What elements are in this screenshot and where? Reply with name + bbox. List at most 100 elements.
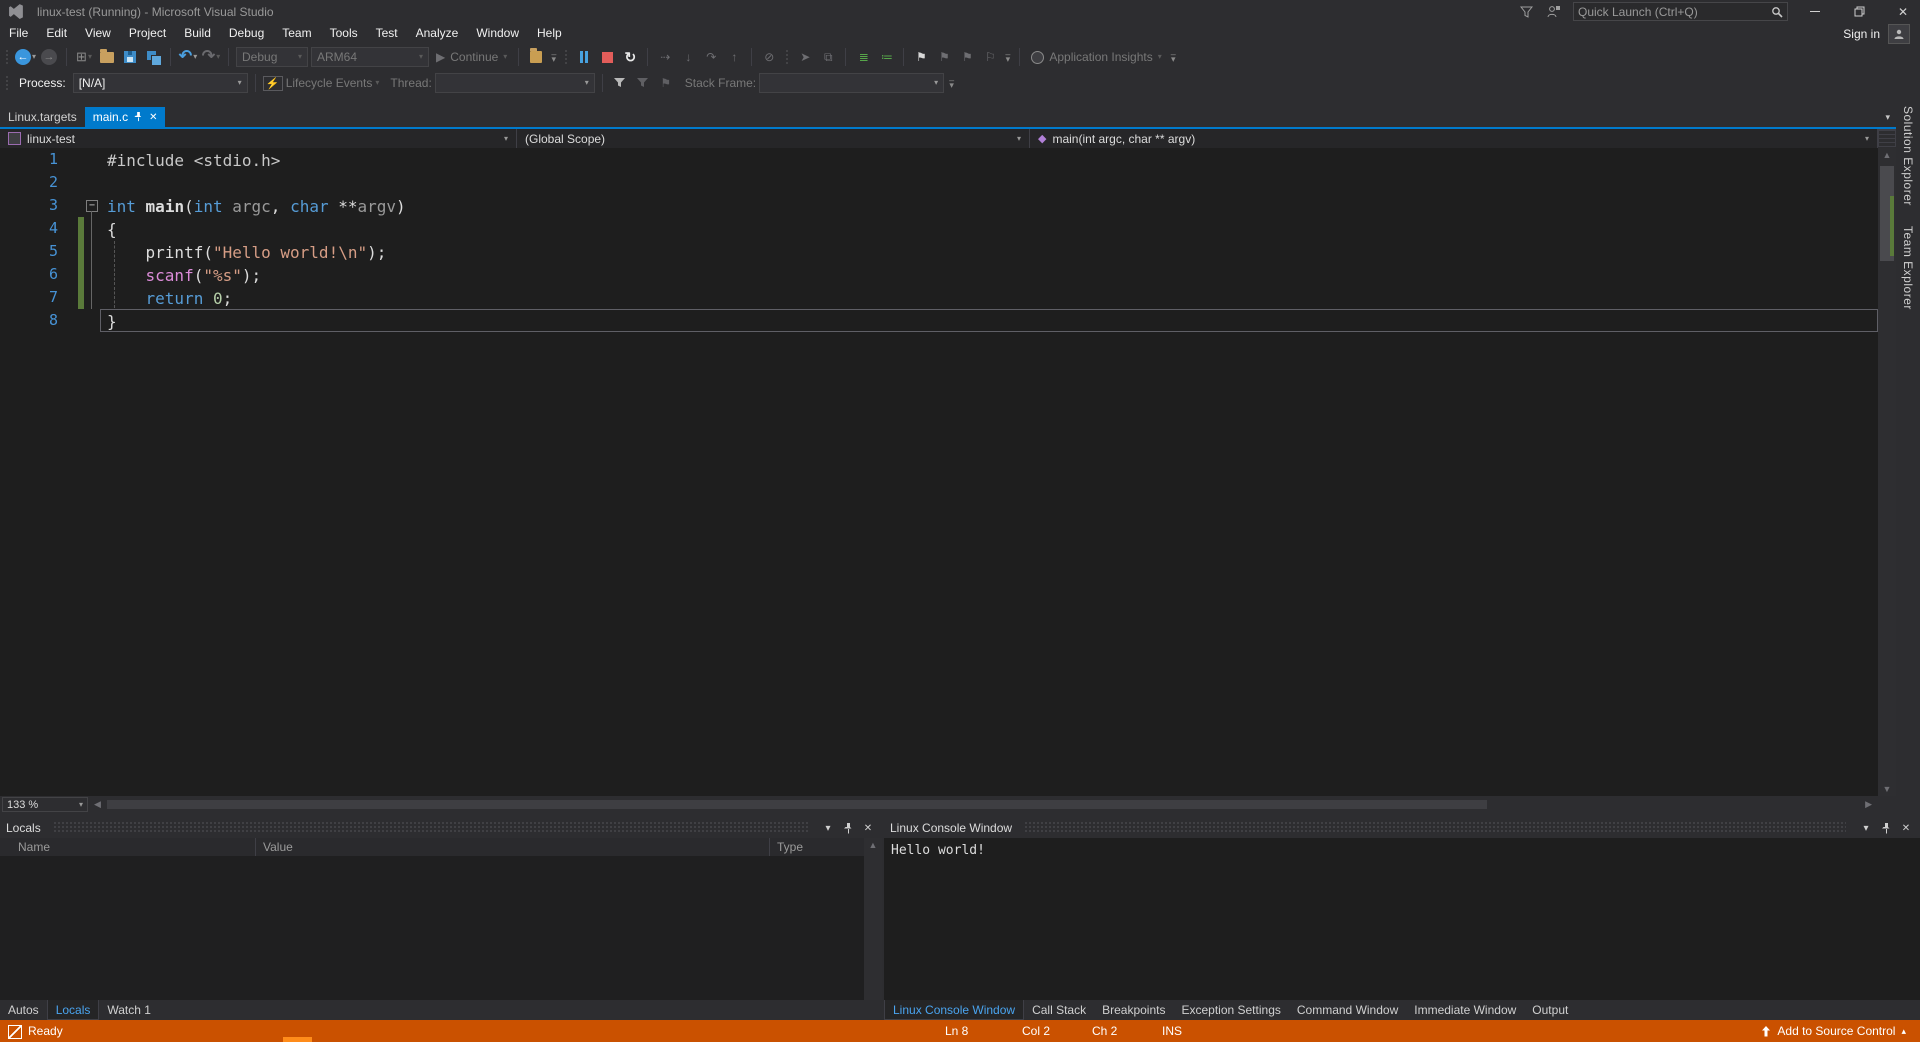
scroll-up-icon[interactable]: ▲: [1878, 148, 1896, 162]
minimize-button[interactable]: [1798, 0, 1832, 23]
redo-button[interactable]: ↷▾: [201, 46, 221, 68]
code-line-8[interactable]: 8}: [0, 309, 1878, 332]
close-icon[interactable]: ✕: [149, 112, 157, 123]
code-line-3[interactable]: 3−int main(int argc, char **argv): [0, 194, 1878, 217]
editor-split-handle[interactable]: [1878, 129, 1896, 147]
disable-breakpoints-button[interactable]: ⊘: [759, 46, 779, 68]
menu-test[interactable]: Test: [367, 23, 407, 44]
menu-window[interactable]: Window: [467, 23, 528, 44]
show-next-statement-button[interactable]: ⇢: [655, 46, 675, 68]
menu-debug[interactable]: Debug: [220, 23, 273, 44]
code-line-5[interactable]: 5 printf("Hello world!\n");: [0, 240, 1878, 263]
panel-tab-command-window[interactable]: Command Window: [1289, 1000, 1406, 1020]
panel-tab-autos[interactable]: Autos: [0, 1000, 47, 1020]
fold-column[interactable]: [84, 263, 100, 286]
next-bookmark-button[interactable]: ⚑: [957, 46, 977, 68]
scroll-right-icon[interactable]: ▶: [1859, 799, 1878, 810]
side-tab-solution-explorer[interactable]: Solution Explorer: [1901, 96, 1915, 216]
panel-tab-linux-console-window[interactable]: Linux Console Window: [884, 1000, 1024, 1020]
panel-tab-output[interactable]: Output: [1524, 1000, 1576, 1020]
editor-horizontal-scrollbar[interactable]: 133 % ▾ ◀ ▶: [0, 796, 1878, 813]
column-header-type[interactable]: Type: [777, 838, 803, 856]
step-into-button[interactable]: ↓: [678, 46, 698, 68]
clear-bookmarks-button[interactable]: ⚐: [980, 46, 1000, 68]
panel-tab-exception-settings[interactable]: Exception Settings: [1173, 1000, 1288, 1020]
restore-button[interactable]: [1842, 0, 1876, 23]
panel-tab-watch-1[interactable]: Watch 1: [99, 1000, 159, 1020]
continue-button[interactable]: ▶ Continue ▾: [432, 46, 511, 68]
pin-icon[interactable]: [134, 112, 143, 122]
console-title-bar[interactable]: Linux Console Window ▾ ✕: [884, 818, 1920, 838]
code-line-4[interactable]: 4{: [0, 217, 1878, 240]
navbar-member-dropdown[interactable]: ◆ main(int argc, char ** argv) ▾: [1030, 129, 1878, 148]
copy-button[interactable]: ⧉: [818, 46, 838, 68]
panel-tab-locals[interactable]: Locals: [47, 1000, 100, 1020]
scroll-down-icon[interactable]: ▼: [1878, 782, 1896, 796]
solution-configuration-combo[interactable]: Debug▾: [236, 47, 308, 67]
save-button[interactable]: [120, 46, 140, 68]
quick-launch-input[interactable]: Quick Launch (Ctrl+Q): [1573, 2, 1788, 21]
fold-column[interactable]: [84, 240, 100, 263]
toolbar-overflow-button[interactable]: –▾: [1003, 52, 1012, 62]
pin-icon[interactable]: [840, 820, 856, 836]
code-line-2[interactable]: 2: [0, 171, 1878, 194]
toolbar-grip[interactable]: [5, 49, 9, 65]
stop-debugging-button[interactable]: [597, 46, 617, 68]
navbar-project-dropdown[interactable]: linux-test ▾: [0, 129, 517, 148]
filter-off-icon[interactable]: [633, 72, 653, 94]
close-button[interactable]: ✕: [1886, 0, 1920, 23]
save-all-button[interactable]: [143, 46, 163, 68]
fold-column[interactable]: [84, 286, 100, 309]
application-insights-button[interactable]: Application Insights ▾: [1027, 46, 1165, 68]
avatar-icon[interactable]: [1888, 24, 1910, 44]
column-header-name[interactable]: Name: [18, 838, 50, 856]
sign-in-link[interactable]: Sign in: [1843, 27, 1880, 41]
notifications-filter-icon[interactable]: [1517, 4, 1535, 20]
select-pointer-button[interactable]: ➤: [795, 46, 815, 68]
pause-button[interactable]: [574, 46, 594, 68]
thread-combo[interactable]: ▾: [435, 73, 595, 93]
filter-threads-icon[interactable]: [610, 72, 630, 94]
column-header-value[interactable]: Value: [263, 838, 293, 856]
fold-column[interactable]: −: [84, 194, 100, 217]
menu-file[interactable]: File: [0, 23, 37, 44]
close-icon[interactable]: ✕: [860, 820, 876, 836]
solution-platform-combo[interactable]: ARM64▾: [311, 47, 429, 67]
menu-tools[interactable]: Tools: [321, 23, 367, 44]
scroll-left-icon[interactable]: ◀: [88, 799, 107, 810]
menu-edit[interactable]: Edit: [37, 23, 76, 44]
navbar-scope-dropdown[interactable]: (Global Scope) ▾: [517, 129, 1030, 148]
lifecycle-events-label[interactable]: Lifecycle Events: [286, 76, 373, 90]
locals-vertical-scrollbar[interactable]: ▲: [864, 838, 882, 1000]
attach-to-process-button[interactable]: [526, 46, 546, 68]
process-combo[interactable]: [N/A]▾: [73, 73, 248, 93]
toolbar-overflow-button[interactable]: –▾: [947, 78, 956, 88]
collapse-region-icon[interactable]: −: [86, 200, 98, 212]
column-separator[interactable]: [255, 838, 256, 856]
fold-column[interactable]: [84, 217, 100, 240]
menu-team[interactable]: Team: [273, 23, 320, 44]
pin-icon[interactable]: [1878, 820, 1894, 836]
console-output[interactable]: Hello world!: [884, 838, 1920, 1000]
doc-tab-linux-targets[interactable]: Linux.targets: [0, 107, 85, 127]
menu-analyze[interactable]: Analyze: [407, 23, 468, 44]
increase-indent-button[interactable]: ≔: [876, 46, 896, 68]
toggle-bookmark-button[interactable]: ⚑: [911, 46, 931, 68]
editor-vertical-scrollbar[interactable]: ▲ ▼: [1878, 148, 1896, 796]
toolbar-grip[interactable]: [785, 49, 789, 65]
editor-zoom-combo[interactable]: 133 % ▾: [2, 797, 88, 812]
step-out-button[interactable]: ↑: [724, 46, 744, 68]
scrollbar-thumb[interactable]: [107, 800, 1487, 809]
toolbar-overflow-button[interactable]: –▾: [1169, 52, 1178, 62]
panel-tab-call-stack[interactable]: Call Stack: [1024, 1000, 1094, 1020]
feedback-icon[interactable]: [1545, 4, 1563, 20]
menu-view[interactable]: View: [76, 23, 120, 44]
stack-frame-combo[interactable]: ▾: [759, 73, 944, 93]
add-to-source-control-button[interactable]: Add to Source Control ▴: [1761, 1020, 1906, 1042]
code-line-1[interactable]: 1#include <stdio.h>: [0, 148, 1878, 171]
scroll-up-icon[interactable]: ▲: [864, 838, 882, 852]
code-editor[interactable]: 1#include <stdio.h>23−int main(int argc,…: [0, 148, 1878, 796]
locals-grid-body[interactable]: [0, 856, 864, 1000]
code-line-7[interactable]: 7 return 0;: [0, 286, 1878, 309]
locals-title-bar[interactable]: Locals ▾ ✕: [0, 818, 882, 838]
